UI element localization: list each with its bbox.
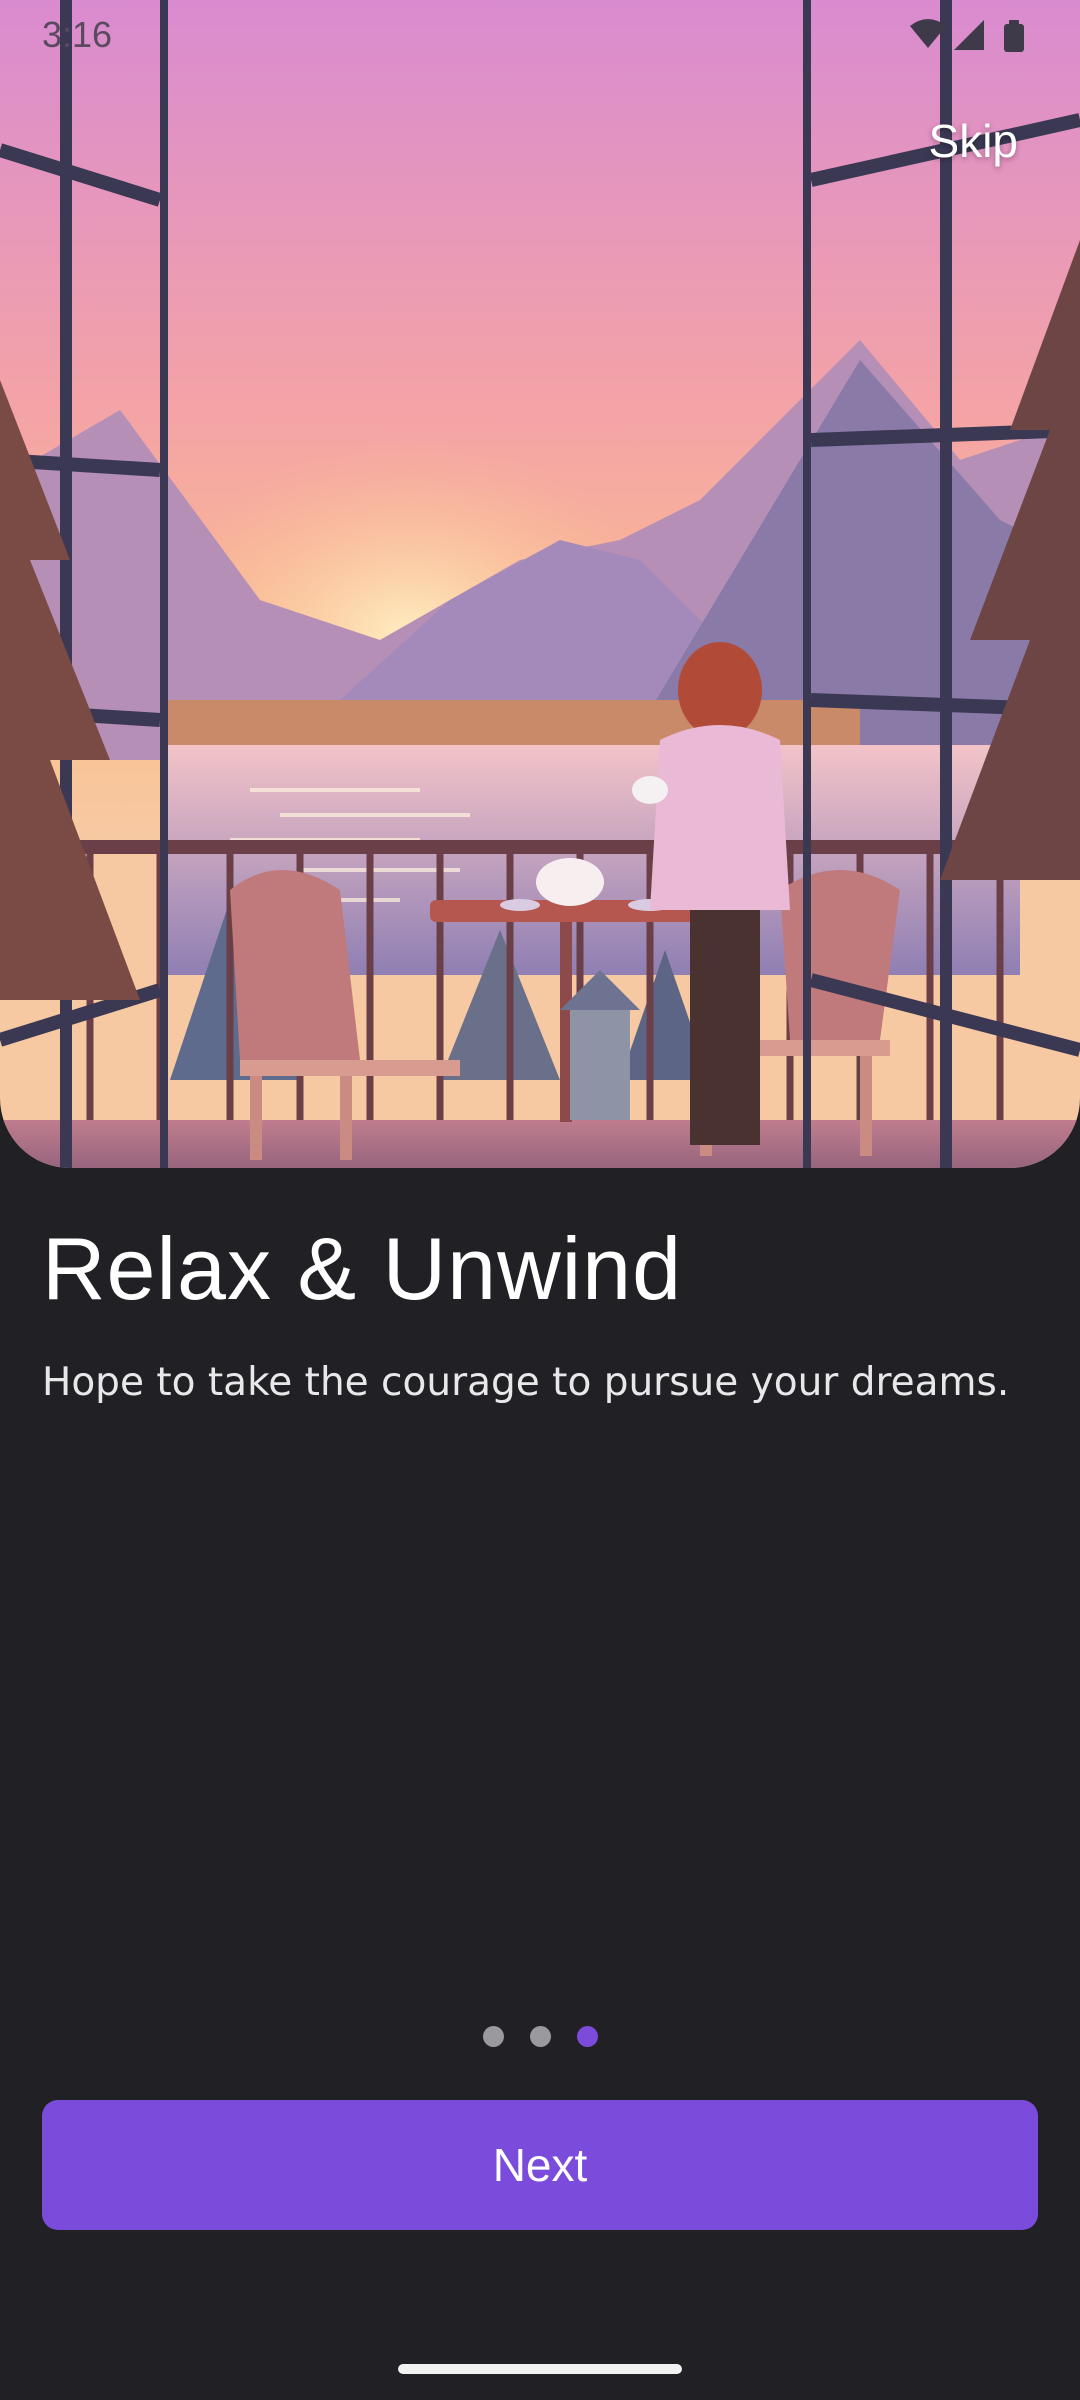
- next-button[interactable]: Next: [42, 2100, 1038, 2230]
- page-dot-3-active[interactable]: [576, 2026, 598, 2047]
- cellular-signal-icon: [954, 20, 984, 50]
- page-subtitle: Hope to take the courage to pursue your …: [42, 1360, 1010, 1405]
- battery-icon: [1004, 20, 1024, 52]
- home-gesture-bar[interactable]: [398, 2364, 682, 2374]
- status-bar: 3:16: [0, 0, 1080, 72]
- wifi-icon: [910, 19, 946, 48]
- status-time: 3:16: [42, 14, 113, 55]
- page-title: Relax & Unwind: [42, 1219, 683, 1318]
- skip-button[interactable]: Skip: [929, 114, 1018, 168]
- page-dot-2[interactable]: [529, 2026, 551, 2047]
- page-indicator: [0, 2026, 1080, 2047]
- hero-illustration: [0, 0, 1080, 1168]
- status-icons: [910, 19, 1024, 52]
- onboarding-screen: 3:16 Skip Relax & Unwind Hope to take th…: [0, 0, 1080, 2400]
- page-dot-1[interactable]: [482, 2026, 504, 2047]
